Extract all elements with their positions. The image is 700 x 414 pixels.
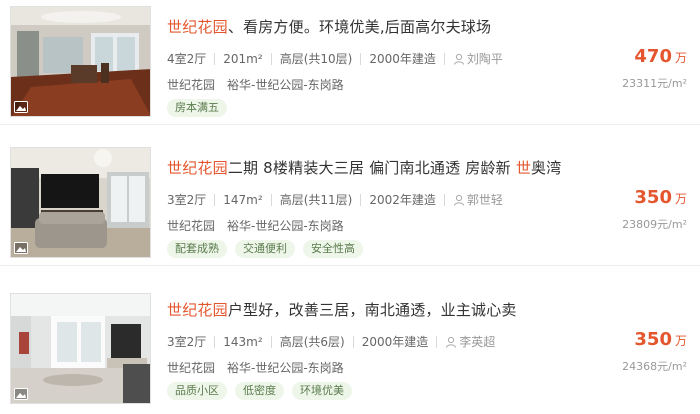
built-year: 2000年建造: [369, 52, 436, 66]
listing-photo[interactable]: [10, 6, 151, 117]
price-unit: 万: [674, 334, 687, 348]
tag: 配套成熟: [167, 240, 227, 258]
price-unit: 万: [674, 51, 687, 65]
tag-list: 品质小区 低密度 环境优美: [167, 382, 360, 400]
image-icon: [14, 388, 28, 400]
agent-name: 刘陶平: [466, 52, 503, 66]
divider: [270, 335, 272, 348]
floor: 高层(共10层): [279, 52, 353, 66]
total-price: 350 万: [634, 187, 687, 208]
agent[interactable]: 郭世轻: [453, 191, 503, 208]
divider: [443, 52, 445, 65]
price-value: 470: [634, 46, 672, 67]
user-icon: [453, 53, 464, 65]
district: 裕华-世纪公园-东岗路: [227, 219, 344, 233]
divider: [270, 193, 272, 206]
listing-title[interactable]: 世纪花园、看房方便。环境优美,后面高尔夫球场: [167, 16, 491, 37]
listing-location: 世纪花园 裕华-世纪公园-东岗路: [167, 217, 344, 234]
unit-price: 23311元/m²: [622, 77, 687, 90]
price-value: 350: [634, 187, 672, 208]
user-icon: [446, 336, 457, 348]
tag: 低密度: [235, 382, 284, 400]
price-value: 350: [634, 329, 672, 350]
community-link[interactable]: 世纪花园: [167, 78, 215, 92]
listing-list: 世纪花园、看房方便。环境优美,后面高尔夫球场 4室2厅 201m² 高层(共10…: [0, 0, 700, 414]
listing-meta: 4室2厅 201m² 高层(共10层) 2000年建造 刘陶平: [167, 50, 503, 67]
listing-location: 世纪花园 裕华-世纪公园-东岗路: [167, 76, 344, 93]
agent[interactable]: 刘陶平: [453, 50, 503, 67]
divider: [352, 335, 354, 348]
area: 143m²: [223, 334, 263, 349]
listing-photo[interactable]: [10, 293, 151, 404]
divider: [443, 193, 445, 206]
divider: [360, 52, 362, 65]
listing-location: 世纪花园 裕华-世纪公园-东岗路: [167, 359, 344, 376]
area: 147m²: [223, 192, 263, 207]
divider: [214, 193, 216, 206]
listing-card[interactable]: 世纪花园户型好，改善三居，南北通透，业主诚心卖 3室2厅 143m² 高层(共6…: [0, 283, 700, 408]
area: 201m²: [223, 51, 263, 66]
built-year: 2000年建造: [361, 335, 429, 349]
community-link[interactable]: 世纪花园: [167, 219, 215, 233]
built-year: 2002年建造: [369, 193, 436, 207]
listing-card[interactable]: 世纪花园二期 8楼精装大三居 偏门南北通透 房龄新 世奥湾 3室2厅 147m²…: [0, 141, 700, 266]
divider: [214, 335, 216, 348]
tag: 房本满五: [167, 99, 227, 117]
title-text: 户型好，改善三居，南北通透，业主诚心卖: [227, 301, 517, 319]
listing-meta: 3室2厅 143m² 高层(共6层) 2000年建造 李英超: [167, 333, 495, 350]
title-highlight: 世: [515, 159, 532, 177]
title-highlight: 世纪花园: [167, 301, 228, 319]
total-price: 470 万: [634, 46, 687, 67]
unit-price: 24368元/m²: [622, 360, 687, 373]
title-text: 、看房方便。环境优美,后面高尔夫球场: [227, 18, 492, 36]
listing-meta: 3室2厅 147m² 高层(共11层) 2002年建造 郭世轻: [167, 191, 503, 208]
tag-list: 房本满五: [167, 99, 235, 117]
unit-price: 23809元/m²: [622, 218, 687, 231]
layout: 4室2厅: [167, 52, 207, 66]
agent-name: 郭世轻: [466, 193, 503, 207]
title-highlight: 世纪花园: [167, 18, 228, 36]
district: 裕华-世纪公园-东岗路: [227, 78, 344, 92]
divider: [360, 193, 362, 206]
layout: 3室2厅: [167, 335, 207, 349]
tag: 品质小区: [167, 382, 227, 400]
total-price: 350 万: [634, 329, 687, 350]
listing-photo[interactable]: [10, 147, 151, 258]
tag: 交通便利: [235, 240, 295, 258]
price-unit: 万: [674, 192, 687, 206]
divider: [214, 52, 216, 65]
layout: 3室2厅: [167, 193, 207, 207]
image-icon: [14, 242, 28, 254]
title-text: 二期 8楼精装大三居 偏门南北通透 房龄新: [227, 159, 516, 177]
user-icon: [453, 194, 464, 206]
listing-title[interactable]: 世纪花园户型好，改善三居，南北通透，业主诚心卖: [167, 299, 517, 320]
tag-list: 配套成熟 交通便利 安全性高: [167, 240, 371, 258]
title-highlight: 世纪花园: [167, 159, 228, 177]
community-link[interactable]: 世纪花园: [167, 361, 215, 375]
agent[interactable]: 李英超: [445, 333, 495, 350]
listing-title[interactable]: 世纪花园二期 8楼精装大三居 偏门南北通透 房龄新 世奥湾: [167, 157, 561, 178]
divider: [436, 335, 438, 348]
floor: 高层(共11层): [279, 193, 353, 207]
tag: 安全性高: [303, 240, 363, 258]
agent-name: 李英超: [459, 335, 496, 349]
divider: [270, 52, 272, 65]
title-text: 奥湾: [531, 159, 562, 177]
listing-card[interactable]: 世纪花园、看房方便。环境优美,后面高尔夫球场 4室2厅 201m² 高层(共10…: [0, 0, 700, 125]
tag: 环境优美: [292, 382, 352, 400]
image-icon: [14, 101, 28, 113]
floor: 高层(共6层): [279, 335, 345, 349]
district: 裕华-世纪公园-东岗路: [227, 361, 344, 375]
